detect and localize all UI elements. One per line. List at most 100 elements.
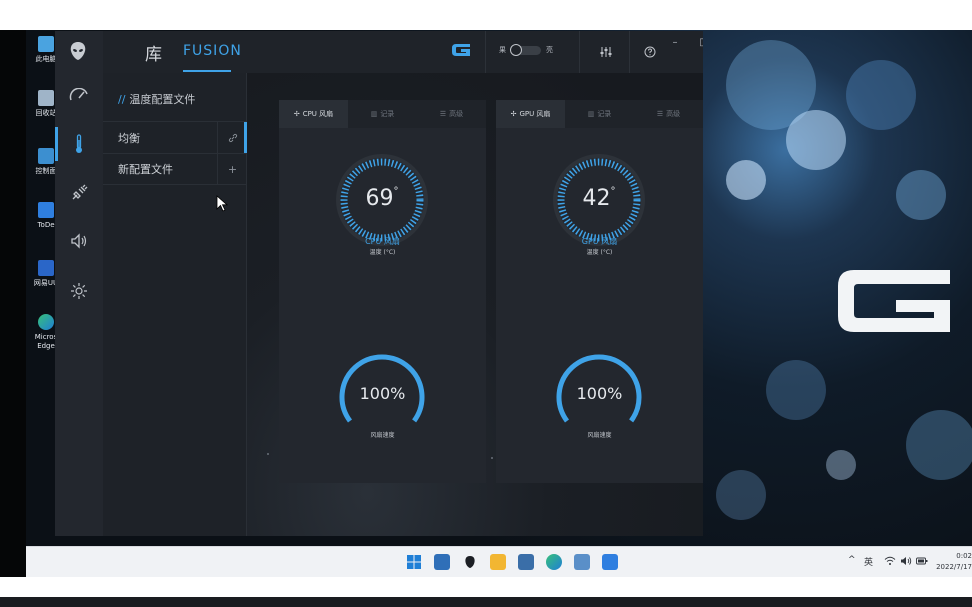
cpu-fan-card: ✢ CPU 风扇 ▥ 记录 ☰ 高级 69° CPU 风扇 温度 (°C) 100% (279, 100, 486, 483)
alienware-icon[interactable] (462, 554, 478, 570)
maximize-button[interactable]: □ (697, 35, 703, 49)
uu-booster-icon (38, 260, 54, 276)
video-bottom-border (0, 577, 972, 597)
chart-icon: ▥ (370, 110, 378, 118)
video-top-border (0, 0, 972, 30)
panel-title-text: 温度配置文件 (129, 93, 196, 106)
widgets-icon[interactable] (434, 554, 450, 570)
tab-label: 高级 (449, 110, 464, 118)
degree-symbol: ° (610, 186, 616, 197)
fan-speed-value: 100% (359, 384, 406, 403)
sidebar-active-indicator (55, 127, 58, 161)
video-bottom-strip (0, 597, 972, 607)
desktop-icon-label: 回收站 (35, 109, 57, 117)
tab-record[interactable]: ▥ 记录 (565, 100, 634, 128)
app-topbar: 库 FUSION 果 亮 – □ ✕ (103, 31, 703, 73)
sensor-name: GPU 风扇 (581, 237, 618, 246)
todesk-icon (38, 202, 54, 218)
topbar-divider (579, 31, 580, 73)
performance-icon[interactable] (67, 83, 91, 107)
wifi-icon[interactable] (884, 556, 896, 569)
degree-symbol: ° (393, 186, 399, 197)
temperature-number: 42 (582, 186, 611, 211)
gpu-temperature-value: 42° (549, 186, 649, 211)
minimize-button[interactable]: – (668, 35, 682, 49)
help-button[interactable] (641, 43, 659, 61)
fan-speed-label: 风扇速度 (370, 432, 395, 439)
tab-label: 记录 (380, 110, 395, 118)
battery-icon[interactable] (916, 556, 928, 569)
tab-gpu-fan[interactable]: ✢ GPU 风扇 (496, 100, 565, 128)
brightness-toggle[interactable]: 果 亮 (499, 43, 553, 56)
clock-date: 2022/7/17 (936, 563, 972, 571)
tab-library[interactable]: 库 (145, 40, 162, 65)
temperature-unit-label: 温度 (°C) (369, 249, 396, 256)
profile-name: 新配置文件 (118, 163, 173, 176)
profile-link-button[interactable] (217, 121, 247, 154)
tab-record[interactable]: ▥ 记录 (348, 100, 417, 128)
tab-label: 高级 (666, 110, 681, 118)
tray-overflow-chevron[interactable]: ^ (848, 555, 856, 565)
gpu-fan-card: ✢ GPU 风扇 ▥ 记录 ☰ 高级 42° GPU 风扇 温度 (°C) 100% (496, 100, 703, 483)
recycle-bin-icon (38, 90, 54, 106)
system-clock[interactable]: 0:02 2022/7/17 (932, 551, 972, 573)
desktop-icon-label: 此电脑 (35, 55, 57, 63)
tab-advanced[interactable]: ☰ 高级 (417, 100, 486, 128)
temperature-unit-label: 温度 (°C) (586, 249, 613, 256)
active-tab-underline (183, 70, 231, 72)
app-sidebar (55, 31, 103, 536)
clock-time: 0:02 (956, 552, 972, 560)
computer-icon (38, 36, 54, 52)
fan-icon: ✢ (510, 110, 517, 118)
title-slashes: // (118, 93, 126, 106)
link-icon (228, 133, 237, 142)
sliders-icon: ☰ (439, 110, 447, 118)
lighting-icon[interactable] (67, 279, 91, 303)
panel-title: //温度配置文件 (118, 91, 195, 107)
sliders-icon (600, 47, 612, 57)
profile-name: 均衡 (118, 131, 140, 145)
help-icon (644, 46, 656, 58)
cpu-temperature-value: 69° (332, 186, 432, 211)
tab-cpu-fan[interactable]: ✢ CPU 风扇 (279, 100, 348, 128)
desktop-icon-label: ToDe (37, 221, 55, 229)
toggle-right-label: 亮 (546, 46, 553, 54)
chart-icon: ▥ (587, 110, 595, 118)
card-tabs: ✢ CPU 风扇 ▥ 记录 ☰ 高级 (279, 100, 486, 128)
alienware-command-center-window: 库 FUSION 果 亮 – □ ✕ //温度配置文件 均衡 (55, 31, 703, 536)
control-panel-icon (38, 148, 54, 164)
windows-start-icon[interactable] (406, 554, 422, 570)
store-icon[interactable] (518, 554, 534, 570)
fan-icon: ✢ (293, 110, 300, 118)
temperature-number: 69 (365, 186, 394, 211)
volume-icon[interactable] (900, 556, 912, 569)
todesk-icon[interactable] (602, 554, 618, 570)
tab-label: GPU 风扇 (519, 110, 551, 118)
g-logo-wallpaper (838, 270, 950, 332)
sliders-icon: ☰ (656, 110, 664, 118)
file-explorer-icon[interactable] (490, 554, 506, 570)
topbar-divider (485, 31, 486, 73)
settings-icon[interactable] (574, 554, 590, 570)
ime-indicator[interactable]: 英 (864, 555, 873, 568)
card-tabs: ✢ GPU 风扇 ▥ 记录 ☰ 高级 (496, 100, 703, 128)
video-left-border (0, 30, 26, 577)
taskbar: ^ 英 0:02 2022/7/17 (26, 546, 972, 577)
power-plug-icon[interactable] (67, 181, 91, 205)
settings-sliders-button[interactable] (597, 43, 615, 61)
tab-fusion[interactable]: FUSION (183, 43, 242, 59)
edge-icon (38, 314, 54, 330)
speaker-icon[interactable] (67, 229, 91, 253)
thermometer-icon[interactable] (67, 132, 91, 156)
edge-icon[interactable] (546, 554, 562, 570)
add-profile-button[interactable]: + (217, 153, 247, 185)
profile-item-balanced[interactable]: 均衡 (103, 121, 247, 154)
tab-label: CPU 风扇 (302, 110, 334, 118)
sensor-name: CPU 风扇 (365, 237, 400, 246)
g-series-icon[interactable] (451, 43, 471, 57)
tab-advanced[interactable]: ☰ 高级 (634, 100, 703, 128)
profile-item-new[interactable]: 新配置文件 + (103, 153, 247, 185)
tab-label: 记录 (597, 110, 612, 118)
fan-speed-label: 风扇速度 (587, 432, 612, 439)
toggle-switch[interactable] (510, 43, 541, 56)
